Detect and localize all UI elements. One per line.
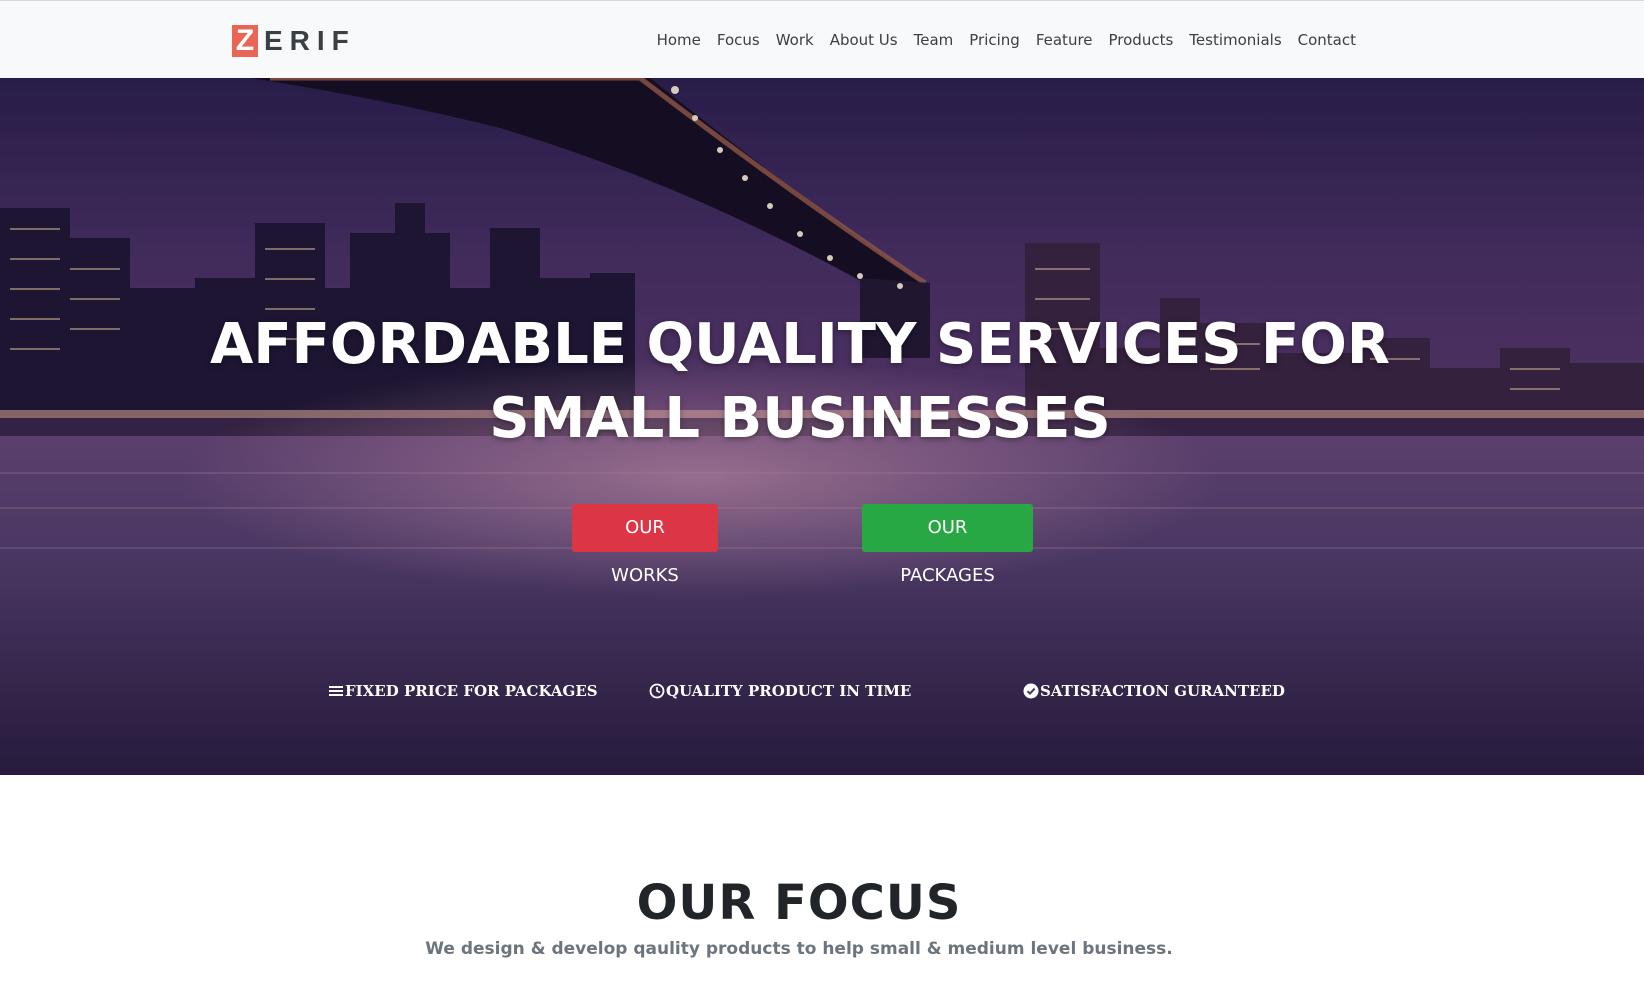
feature-fixed-price: FIXED PRICE FOR PACKAGES [328, 682, 598, 700]
nav-item-testimonials[interactable]: Testimonials [1189, 31, 1281, 49]
main-nav-menu: Home Focus Work About Us Team Pricing Fe… [641, 1, 1356, 79]
nav-item-contact[interactable]: Contact [1298, 31, 1356, 49]
hero-title-line-1: AFFORDABLE QUALITY SERVICES FOR [209, 312, 1391, 377]
nav-item-feature[interactable]: Feature [1036, 31, 1093, 49]
focus-subtitle: We design & develop qaulity products to … [425, 939, 1173, 959]
feature-quality-product: QUALITY PRODUCT IN TIME [649, 682, 911, 700]
top-navbar: Z ERIF Home Focus Work About Us Team Pri… [0, 0, 1644, 78]
our-packages-button[interactable]: OUR PACKAGES [862, 504, 1033, 586]
feature-satisfaction: SATISFACTION GURANTEED [1023, 682, 1285, 700]
feature-label: SATISFACTION GURANTEED [1040, 682, 1285, 700]
clock-icon [649, 683, 665, 699]
nav-item-team[interactable]: Team [914, 31, 954, 49]
nav-item-products[interactable]: Products [1109, 31, 1174, 49]
nav-item-focus[interactable]: Focus [717, 31, 760, 49]
bars-icon [329, 686, 343, 696]
nav-item-home[interactable]: Home [657, 31, 701, 49]
logo-z-mark: Z [232, 25, 258, 57]
feature-label: FIXED PRICE FOR PACKAGES [345, 682, 598, 700]
logo-wordmark: ERIF [264, 25, 356, 56]
hero-section: AFFORDABLE QUALITY SERVICES FOR SMALL BU… [0, 78, 1644, 775]
check-circle-icon [1023, 683, 1039, 699]
zerif-logo[interactable]: Z ERIF [232, 25, 356, 57]
focus-title: OUR FOCUS [636, 875, 962, 931]
hero-title: AFFORDABLE QUALITY SERVICES FOR SMALL BU… [0, 308, 1600, 456]
focus-section: OUR FOCUS We design & develop qaulity pr… [0, 775, 1644, 1002]
feature-label: QUALITY PRODUCT IN TIME [666, 682, 912, 700]
nav-item-work[interactable]: Work [776, 31, 814, 49]
hero-title-line-2: SMALL BUSINESSES [489, 386, 1111, 451]
nav-item-pricing[interactable]: Pricing [969, 31, 1020, 49]
our-works-button[interactable]: OUR WORKS [572, 504, 718, 586]
nav-item-about-us[interactable]: About Us [830, 31, 898, 49]
